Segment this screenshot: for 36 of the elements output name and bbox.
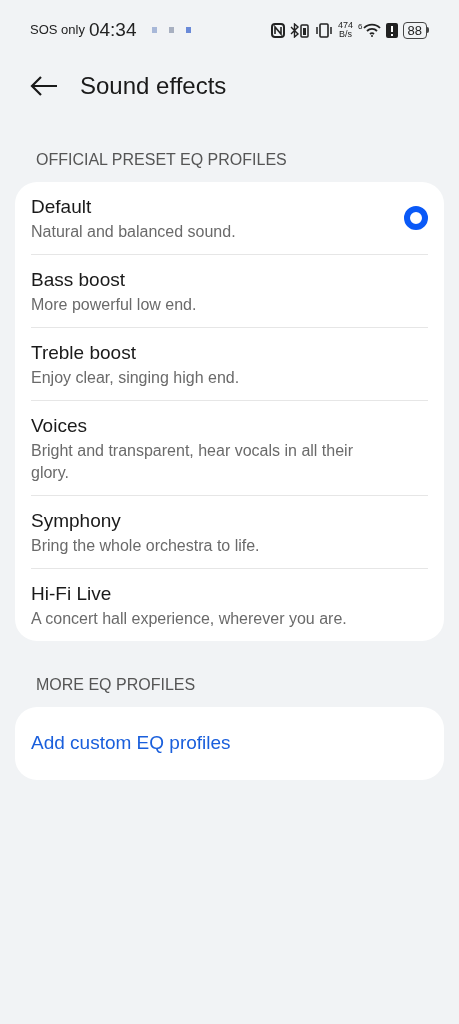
nfc-icon	[271, 22, 286, 38]
profile-option[interactable]: Treble boost Enjoy clear, singing high end.	[31, 328, 428, 401]
profile-title: Symphony	[31, 509, 122, 533]
profile-description: Bright and transparent, hear vocals in all their glory.	[31, 441, 354, 483]
profile-description: A concert hall experience, wherever you are.	[31, 609, 348, 629]
speed-unit: B/s	[339, 30, 353, 39]
network-speed: 474	[338, 21, 354, 30]
carrier-label: SOS only	[30, 21, 85, 40]
profile-option[interactable]: Bass boost More powerful low end.	[31, 255, 428, 328]
wifi-generation: 6	[358, 23, 363, 31]
profile-description: Enjoy clear, singing high end.	[31, 368, 241, 388]
add-profile-link[interactable]: Add custom EQ profiles	[31, 707, 428, 780]
profile-title: Treble boost	[31, 341, 137, 365]
profile-title: Hi-Fi Live	[31, 582, 113, 606]
profile-description: Natural and balanced sound.	[31, 222, 237, 242]
page-title: Sound effects	[80, 71, 227, 101]
profile-description: Bring the whole orchestra to life.	[31, 536, 261, 556]
profile-option[interactable]: Hi-Fi Live A concert hall experience, wherever you are.	[31, 569, 428, 641]
section-header: OFFICIAL PRESET EQ PROFILES	[35, 150, 288, 170]
radio-selected[interactable]	[404, 206, 428, 230]
profile-title: Bass boost	[31, 268, 126, 292]
profile-option[interactable]: Voices Bright and transparent, hear vocals in all their glory.	[31, 401, 428, 496]
profile-description: More powerful low end.	[31, 295, 198, 315]
notification-icon	[152, 25, 193, 35]
alert-icon	[385, 22, 398, 38]
bluetooth-battery-icon	[290, 22, 311, 38]
section-header: MORE EQ PROFILES	[35, 675, 197, 695]
wifi-icon	[362, 23, 381, 37]
profile-title: Voices	[31, 414, 88, 438]
clock: 04:34	[88, 17, 137, 42]
profile-option[interactable]: Symphony Bring the whole orchestra to life.	[31, 496, 428, 569]
profile-option[interactable]: Default Natural and balanced sound.	[31, 182, 428, 255]
profile-title: Default	[31, 195, 93, 219]
battery-level: 88	[402, 21, 427, 39]
back-arrow-icon[interactable]	[30, 75, 58, 97]
vibrate-icon	[315, 22, 334, 38]
